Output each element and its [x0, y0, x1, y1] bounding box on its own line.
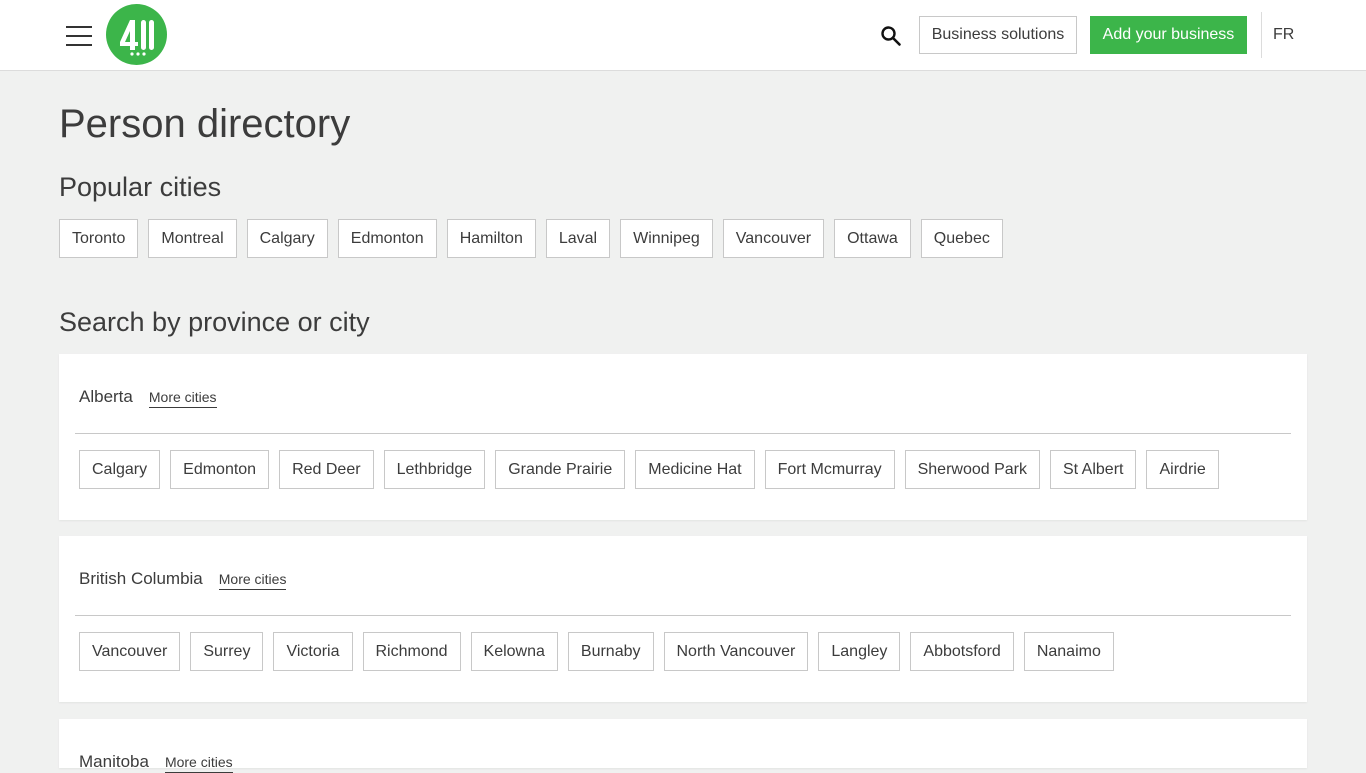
city-link[interactable]: Abbotsford [910, 632, 1014, 671]
city-link[interactable]: Hamilton [446, 219, 536, 258]
more-cities-link[interactable]: More cities [164, 754, 233, 773]
city-link[interactable]: Grande Prairie [495, 450, 626, 489]
city-link[interactable]: Victoria [273, 632, 353, 671]
city-list: Calgary Edmonton Red Deer Lethbridge Gra… [79, 450, 1219, 489]
language-toggle[interactable]: FR [1273, 26, 1294, 44]
more-cities-link[interactable]: More cities [148, 389, 217, 408]
city-link[interactable]: Ottawa [834, 219, 911, 258]
city-link[interactable]: Edmonton [337, 219, 437, 258]
city-link[interactable]: Nanaimo [1023, 632, 1114, 671]
city-link[interactable]: Vancouver [722, 219, 825, 258]
province-card-british-columbia: British Columbia More cities Vancouver S… [59, 536, 1307, 702]
city-link[interactable]: Lethbridge [383, 450, 486, 489]
site-header: Business solutions Add your business FR [0, 0, 1366, 71]
logo-mark-icon [120, 20, 154, 56]
city-link[interactable]: Montreal [148, 219, 237, 258]
divider [75, 615, 1291, 616]
province-card-manitoba: Manitoba More cities [59, 719, 1307, 773]
city-link[interactable]: Toronto [59, 219, 139, 258]
search-icon[interactable] [880, 25, 902, 47]
city-link[interactable]: North Vancouver [663, 632, 809, 671]
province-name: British Columbia [79, 569, 203, 588]
city-link[interactable]: Winnipeg [620, 219, 713, 258]
city-link[interactable]: Vancouver [79, 632, 181, 671]
more-cities-link[interactable]: More cities [218, 571, 287, 590]
menu-icon[interactable] [66, 26, 92, 46]
city-link[interactable]: St Albert [1050, 450, 1137, 489]
logo[interactable] [106, 4, 167, 65]
city-link[interactable]: Richmond [362, 632, 461, 671]
city-link[interactable]: Calgary [79, 450, 161, 489]
province-name: Alberta [79, 387, 133, 406]
city-link[interactable]: Quebec [920, 219, 1003, 258]
search-by-province-heading: Search by province or city [59, 307, 370, 337]
add-your-business-button[interactable]: Add your business [1090, 16, 1247, 54]
city-link[interactable]: Edmonton [170, 450, 270, 489]
city-link[interactable]: Medicine Hat [635, 450, 755, 489]
city-link[interactable]: Burnaby [567, 632, 654, 671]
page-title: Person directory [59, 102, 351, 146]
city-link[interactable]: Laval [545, 219, 611, 258]
province-name: Manitoba [79, 752, 149, 771]
province-card-alberta: Alberta More cities Calgary Edmonton Red… [59, 354, 1307, 520]
divider [75, 433, 1291, 434]
city-link[interactable]: Kelowna [470, 632, 558, 671]
city-link[interactable]: Red Deer [279, 450, 374, 489]
city-link[interactable]: Sherwood Park [904, 450, 1040, 489]
city-list: Vancouver Surrey Victoria Richmond Kelow… [79, 632, 1114, 671]
business-solutions-button[interactable]: Business solutions [919, 16, 1077, 54]
city-link[interactable]: Airdrie [1146, 450, 1219, 489]
city-link[interactable]: Langley [818, 632, 901, 671]
city-link[interactable]: Calgary [246, 219, 328, 258]
popular-cities-heading: Popular cities [59, 172, 222, 202]
header-divider [1261, 12, 1262, 58]
popular-cities-list: Toronto Montreal Calgary Edmonton Hamilt… [59, 219, 1003, 258]
city-link[interactable]: Surrey [190, 632, 264, 671]
city-link[interactable]: Fort Mcmurray [764, 450, 895, 489]
